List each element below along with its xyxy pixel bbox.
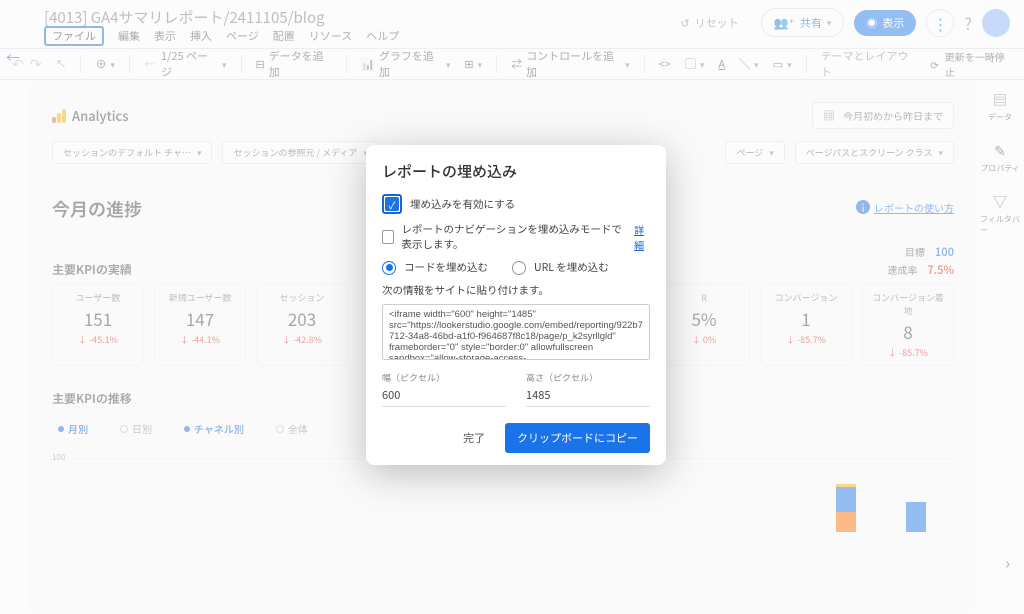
embed-code-label: コードを埋め込む	[404, 260, 488, 275]
height-label: 高さ（ピクセル）	[526, 371, 650, 384]
embed-url-radio[interactable]	[512, 261, 526, 275]
embed-url-label: URL を埋め込む	[534, 260, 609, 275]
embed-dialog: レポートの埋め込み 埋め込みを有効にする レポートのナビゲーションを埋め込みモー…	[366, 145, 666, 465]
nav-mode-label: レポートのナビゲーションを埋め込みモードで表示します。	[402, 222, 627, 252]
modal-title: レポートの埋め込み	[382, 161, 650, 182]
details-link[interactable]: 詳細	[634, 222, 650, 252]
width-input[interactable]	[382, 384, 506, 407]
embed-code-textarea[interactable]	[382, 304, 650, 360]
done-button[interactable]: 完了	[453, 423, 495, 453]
app-root: ← [4013] GA4サマリレポート/2411105/blog ファイル 編集…	[0, 0, 1024, 614]
width-label: 幅（ピクセル）	[382, 371, 506, 384]
enable-embed-checkbox[interactable]	[385, 197, 399, 211]
height-input[interactable]	[526, 384, 650, 407]
paste-info: 次の情報をサイトに貼り付けます。	[382, 283, 650, 298]
copy-button[interactable]: クリップボードにコピー	[505, 423, 650, 453]
embed-code-radio[interactable]	[382, 261, 396, 275]
enable-embed-label: 埋め込みを有効にする	[410, 197, 515, 212]
nav-mode-checkbox[interactable]	[382, 230, 394, 244]
